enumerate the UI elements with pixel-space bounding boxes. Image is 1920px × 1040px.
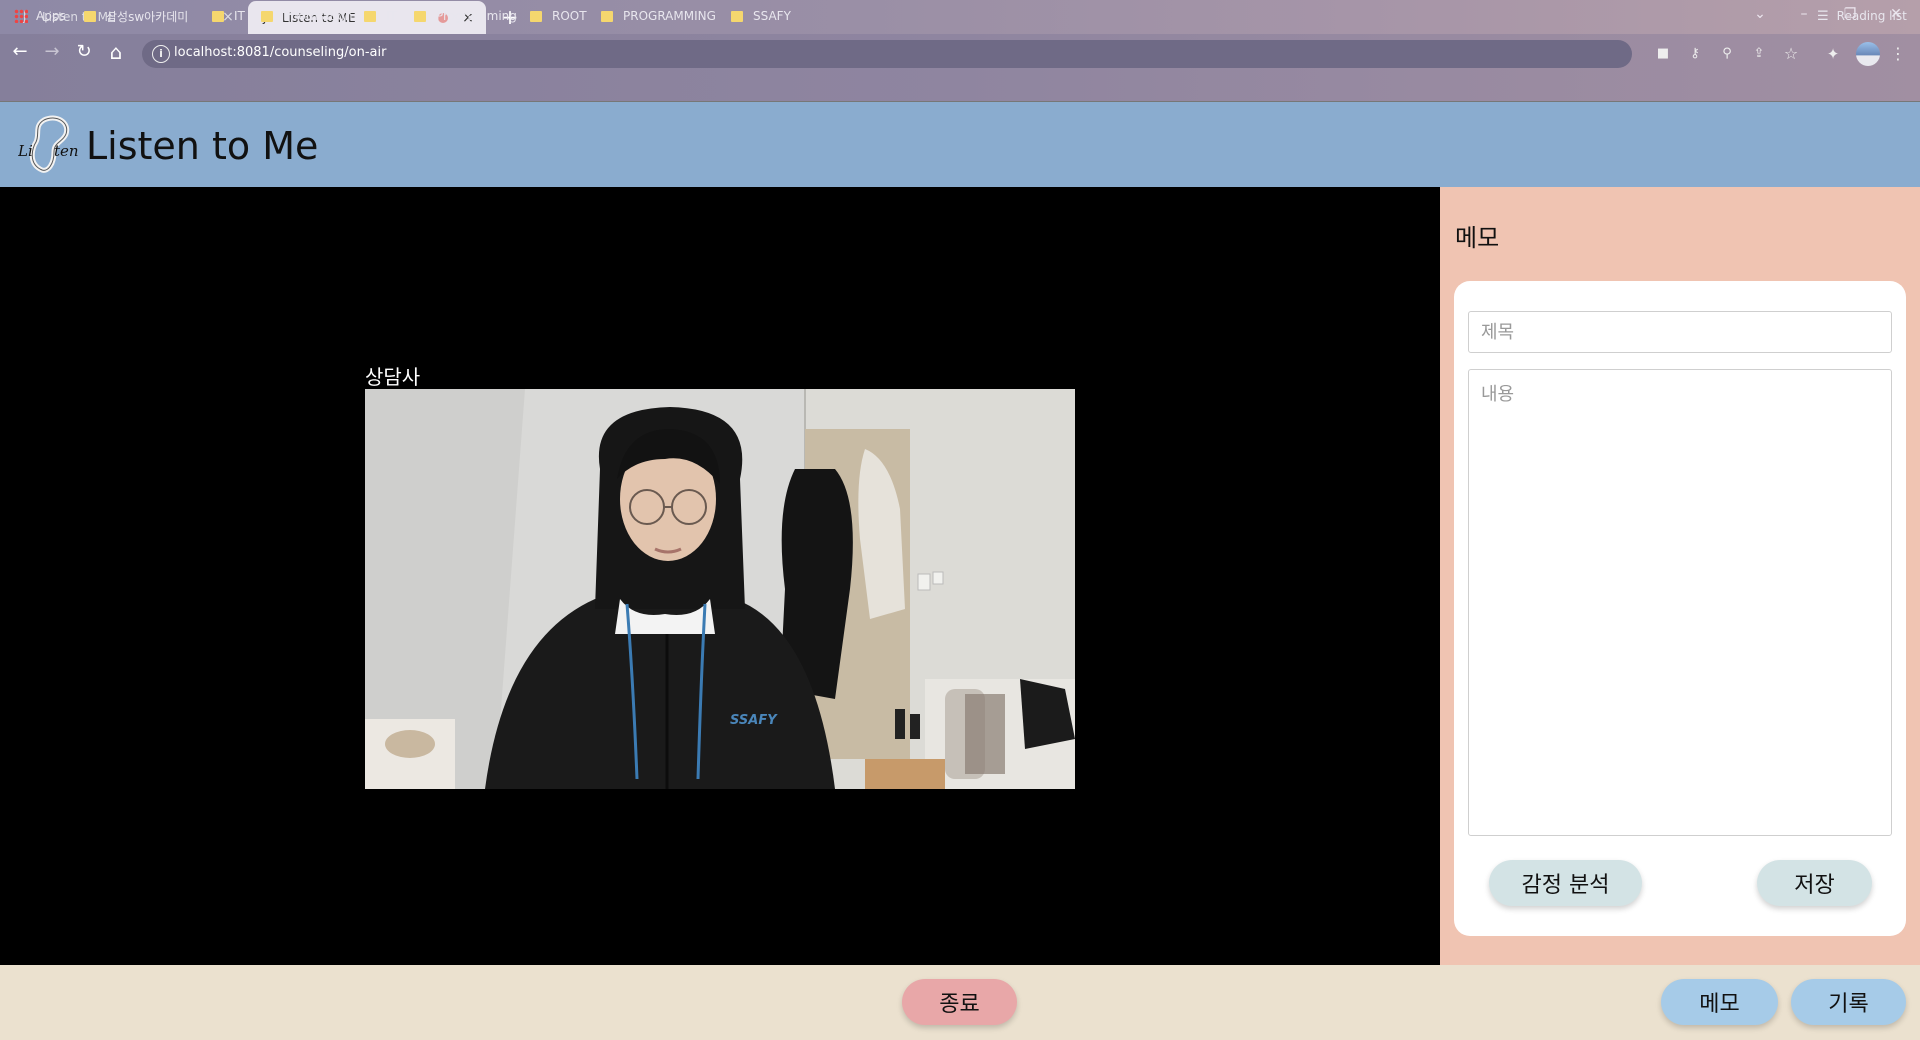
toggle-memo-button[interactable]: 메모 [1661,979,1778,1025]
app-logo[interactable]: Li ten [17,112,79,178]
video-participant-label: 상담사 [365,365,421,389]
memo-body-textarea[interactable] [1468,369,1892,836]
folder-icon [530,10,542,22]
save-memo-button[interactable]: 저장 [1757,860,1872,906]
end-session-button[interactable]: 종료 [902,979,1017,1025]
bookmark-label: Information [283,9,353,23]
folder-icon [364,10,376,22]
bookmark-folder[interactable]: Information [261,7,352,25]
zoom-icon[interactable]: ⚲ [1717,44,1737,64]
memo-title-input[interactable] [1468,311,1892,353]
webcam-frame: SSAFY [365,389,1075,789]
svg-text:SSAFY: SSAFY [730,713,778,728]
bookmark-folder[interactable]: 삼성sw아카데미 [84,7,188,25]
bookmark-folder[interactable]: PROGRAMMING [601,7,716,25]
logo-text-right: ten [54,142,78,160]
site-info-icon[interactable]: i [152,45,170,63]
folder-icon [414,10,426,22]
bookmark-apps[interactable]: Apps [14,7,66,25]
bookmark-label: IT [234,9,245,23]
bookmark-label: Apps [36,9,66,23]
bookmark-label: IT [386,9,397,23]
folder-icon [731,10,743,22]
folder-icon [84,10,96,22]
ear-logo-icon: Li ten [17,115,79,173]
extensions-icon[interactable]: ✦ [1823,44,1843,64]
app-title: Listen to Me [86,124,319,168]
counselor-video-feed: SSAFY [365,389,1075,789]
bookmark-folder[interactable]: IT [212,7,245,25]
logo-text-left: Li [18,142,33,160]
bookmark-label: SSAFY [753,9,791,23]
bookmark-label: PROGRAMMING [623,9,716,23]
back-icon[interactable]: ← [8,40,32,64]
bookmarks-bar [0,70,1920,102]
camera-icon[interactable]: ■ [1653,44,1673,64]
folder-icon [261,10,273,22]
bookmark-label: ROOT [552,9,587,23]
browser-menu-icon[interactable]: ⋮ [1888,44,1908,64]
memo-heading: 메모 [1455,224,1500,252]
key-icon[interactable]: ⚷ [1685,44,1705,64]
tab-search-icon[interactable]: ⌄ [1740,0,1780,30]
bookmark-folder[interactable]: IT [364,7,397,25]
folder-icon [601,10,613,22]
reading-list-icon: ☰ [1817,8,1829,24]
bookmark-folder[interactable]: ROOT [530,7,587,25]
reading-list-label: Reading list [1836,9,1907,23]
apps-grid-icon [14,9,28,23]
reload-icon[interactable]: ↻ [72,40,96,64]
emotion-analysis-button[interactable]: 감정 분석 [1489,860,1642,906]
profile-avatar[interactable] [1856,42,1880,66]
bookmark-folder[interactable]: Programming [414,7,517,25]
bookmark-label: 삼성sw아카데미 [106,9,189,24]
records-button[interactable]: 기록 [1791,979,1906,1025]
bookmark-folder[interactable]: SSAFY [731,7,791,25]
share-icon[interactable]: ⇪ [1749,44,1769,64]
bookmark-star-icon[interactable]: ☆ [1781,44,1801,64]
bookmark-label: Programming [436,9,517,23]
reading-list-button[interactable]: ☰ Reading list [1817,7,1907,25]
address-bar[interactable]: i localhost:8081/counseling/on-air [142,40,1632,68]
home-icon[interactable]: ⌂ [104,40,128,64]
forward-icon[interactable]: → [40,40,64,64]
url-text[interactable]: localhost:8081/counseling/on-air [174,45,386,60]
folder-icon [212,10,224,22]
